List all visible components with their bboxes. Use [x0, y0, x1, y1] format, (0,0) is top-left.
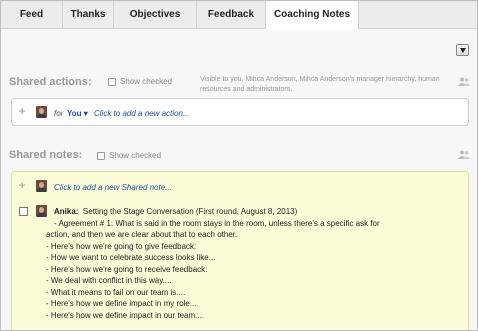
tab-objectives[interactable]: Objectives	[114, 1, 197, 29]
tab-bar: Feed Thanks Objectives Feedback Coaching…	[1, 1, 477, 30]
note-body[interactable]: Anika: Setting the Stage Conversation (F…	[46, 206, 464, 321]
note-line: - Here's how we're going to give feedbac…	[46, 241, 197, 251]
triangle-down-icon	[460, 48, 466, 53]
note-header: Anika: Setting the Stage Conversation (F…	[54, 206, 464, 218]
note-line: - Agreement # 1: What is said in the roo…	[54, 218, 380, 228]
shared-actions-box: + for You ▾ Click to add a new action...	[11, 98, 469, 126]
tab-feed[interactable]: Feed	[1, 1, 63, 29]
note-author: Anika:	[54, 207, 79, 216]
chevron-down-icon: ▾	[83, 109, 88, 118]
tab-feedback[interactable]: Feedback	[197, 1, 266, 29]
note-line: - How we want to celebrate success looks…	[46, 253, 216, 262]
note-line: - Here's how we define impact in my role…	[46, 299, 197, 308]
options-dropdown-button[interactable]	[456, 44, 469, 56]
for-label: for	[54, 109, 64, 118]
tab-coaching-notes[interactable]: Coaching Notes	[266, 1, 359, 30]
note-line: action, and then we are clear about that…	[46, 230, 238, 239]
show-checked-label: Show checked	[109, 151, 162, 160]
assignee-selector[interactable]: You ▾	[67, 109, 88, 118]
show-checked-checkbox[interactable]	[97, 151, 105, 160]
add-action-link[interactable]: Click to add a new action...	[94, 109, 190, 118]
shared-actions-show-checked[interactable]: Show checked	[108, 77, 172, 86]
note-line: - We deal with conflict in this way....	[46, 276, 172, 285]
shared-notes-box: + Click to add a new Shared note... Anik…	[11, 171, 469, 330]
shared-notes-show-checked[interactable]: Show checked	[97, 151, 161, 160]
note-line: - Here's how we're going to receive feed…	[46, 264, 208, 274]
tab-thanks[interactable]: Thanks	[63, 1, 114, 29]
visibility-note: Visible to you, Mihca Anderson, Mihca An…	[200, 75, 450, 95]
people-icon	[458, 77, 470, 86]
note-title: Setting the Stage Conversation (First ro…	[82, 207, 298, 216]
add-note-link[interactable]: Click to add a new Shared note...	[54, 183, 172, 192]
visibility-line-1: Visible to you, Mihca Anderson, Mihca An…	[200, 76, 440, 83]
shared-actions-title: Shared actions:	[9, 76, 92, 88]
main-content: Shared actions: Show checked Visible to …	[1, 30, 477, 330]
avatar	[36, 180, 47, 192]
avatar	[36, 205, 47, 217]
show-checked-checkbox[interactable]	[108, 77, 116, 86]
note-checkbox[interactable]	[19, 207, 28, 216]
show-checked-label: Show checked	[120, 77, 173, 86]
note-line: - Here's how we define impact in our tea…	[46, 310, 205, 320]
add-action-plus-icon[interactable]: +	[19, 106, 25, 118]
note-line: - What it means to fail on our team is..…	[46, 287, 186, 297]
assignee-value: You	[67, 109, 82, 118]
coaching-notes-panel: Feed Thanks Objectives Feedback Coaching…	[0, 0, 478, 331]
add-note-plus-icon[interactable]: +	[19, 180, 25, 192]
shared-notes-title: Shared notes:	[9, 149, 83, 161]
visibility-line-2: resources and administrators.	[200, 86, 293, 93]
avatar	[36, 106, 47, 118]
people-icon	[458, 150, 470, 159]
